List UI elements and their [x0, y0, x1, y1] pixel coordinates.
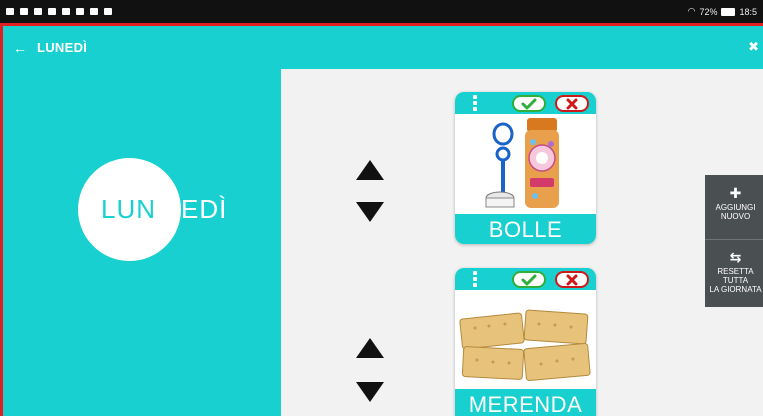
move-down-arrow-icon[interactable]	[356, 202, 384, 222]
more-options-icon[interactable]	[473, 95, 477, 111]
cross-icon	[566, 274, 578, 285]
back-arrow-icon[interactable]: ←	[3, 40, 37, 56]
page-title: LUNEDÌ	[37, 40, 88, 55]
notification-icon	[76, 8, 84, 15]
move-up-arrow-icon[interactable]	[356, 160, 384, 180]
activities-list: BOLLE MERENDA	[281, 69, 763, 416]
check-icon	[521, 274, 537, 285]
more-options-icon[interactable]	[473, 271, 477, 287]
battery-percent: 72%	[699, 6, 718, 17]
notification-icon	[48, 8, 56, 15]
cross-icon	[566, 98, 578, 109]
card-header	[455, 92, 596, 114]
add-new-label-line1: AGGIUNGI	[715, 203, 756, 212]
check-icon	[521, 98, 537, 109]
notification-icon	[20, 8, 28, 15]
done-button[interactable]	[512, 95, 546, 112]
notification-icons	[6, 8, 112, 15]
side-menu: ✚ AGGIUNGI NUOVO ⇆ RESETTA TUTTA LA GIOR…	[705, 175, 763, 307]
card-label: MERENDA	[455, 389, 596, 416]
notification-icon	[34, 8, 42, 15]
app-bar: ← LUNEDÌ ✖	[3, 26, 763, 69]
card-label: BOLLE	[455, 214, 596, 244]
plus-icon: ✚	[729, 185, 742, 201]
clock: 18:5	[739, 6, 757, 17]
add-new-label-line2: NUOVO	[720, 212, 751, 221]
divider	[705, 239, 763, 240]
battery-icon	[721, 7, 736, 16]
day-label-highlight: LUN	[101, 194, 157, 224]
activity-card[interactable]: BOLLE	[455, 92, 596, 244]
crackers-image	[455, 290, 596, 390]
status-bar: ◠ 72% 18:5	[0, 0, 763, 23]
card-header	[455, 268, 596, 290]
notification-icon	[104, 8, 112, 15]
refresh-icon: ⇆	[729, 249, 742, 265]
add-new-button[interactable]: ✚ AGGIUNGI NUOVO	[705, 186, 763, 221]
app-frame: ← LUNEDÌ ✖ LUN EDÌ BOLLE MERENDA ✚ AGGIU…	[0, 23, 763, 416]
move-down-arrow-icon[interactable]	[356, 382, 384, 402]
reset-label-line1: RESETTA TUTTA	[717, 267, 754, 285]
notification-icon	[62, 8, 70, 15]
bubbles-image	[455, 114, 596, 214]
notification-icon	[90, 8, 98, 15]
day-panel: LUN EDÌ	[3, 69, 281, 416]
done-button[interactable]	[512, 271, 546, 288]
activity-card[interactable]: MERENDA	[455, 268, 596, 416]
day-label-rest: EDÌ	[181, 194, 228, 224]
system-indicators: ◠ 72% 18:5	[688, 6, 757, 17]
close-icon[interactable]: ✖	[748, 39, 759, 55]
reset-label-line2: LA GIORNATA	[709, 285, 762, 294]
skip-button[interactable]	[555, 95, 589, 112]
move-up-arrow-icon[interactable]	[356, 338, 384, 358]
reset-day-button[interactable]: ⇆ RESETTA TUTTA LA GIORNATA	[705, 250, 763, 294]
notification-icon	[6, 8, 14, 15]
skip-button[interactable]	[555, 271, 589, 288]
wifi-icon: ◠	[687, 6, 696, 16]
